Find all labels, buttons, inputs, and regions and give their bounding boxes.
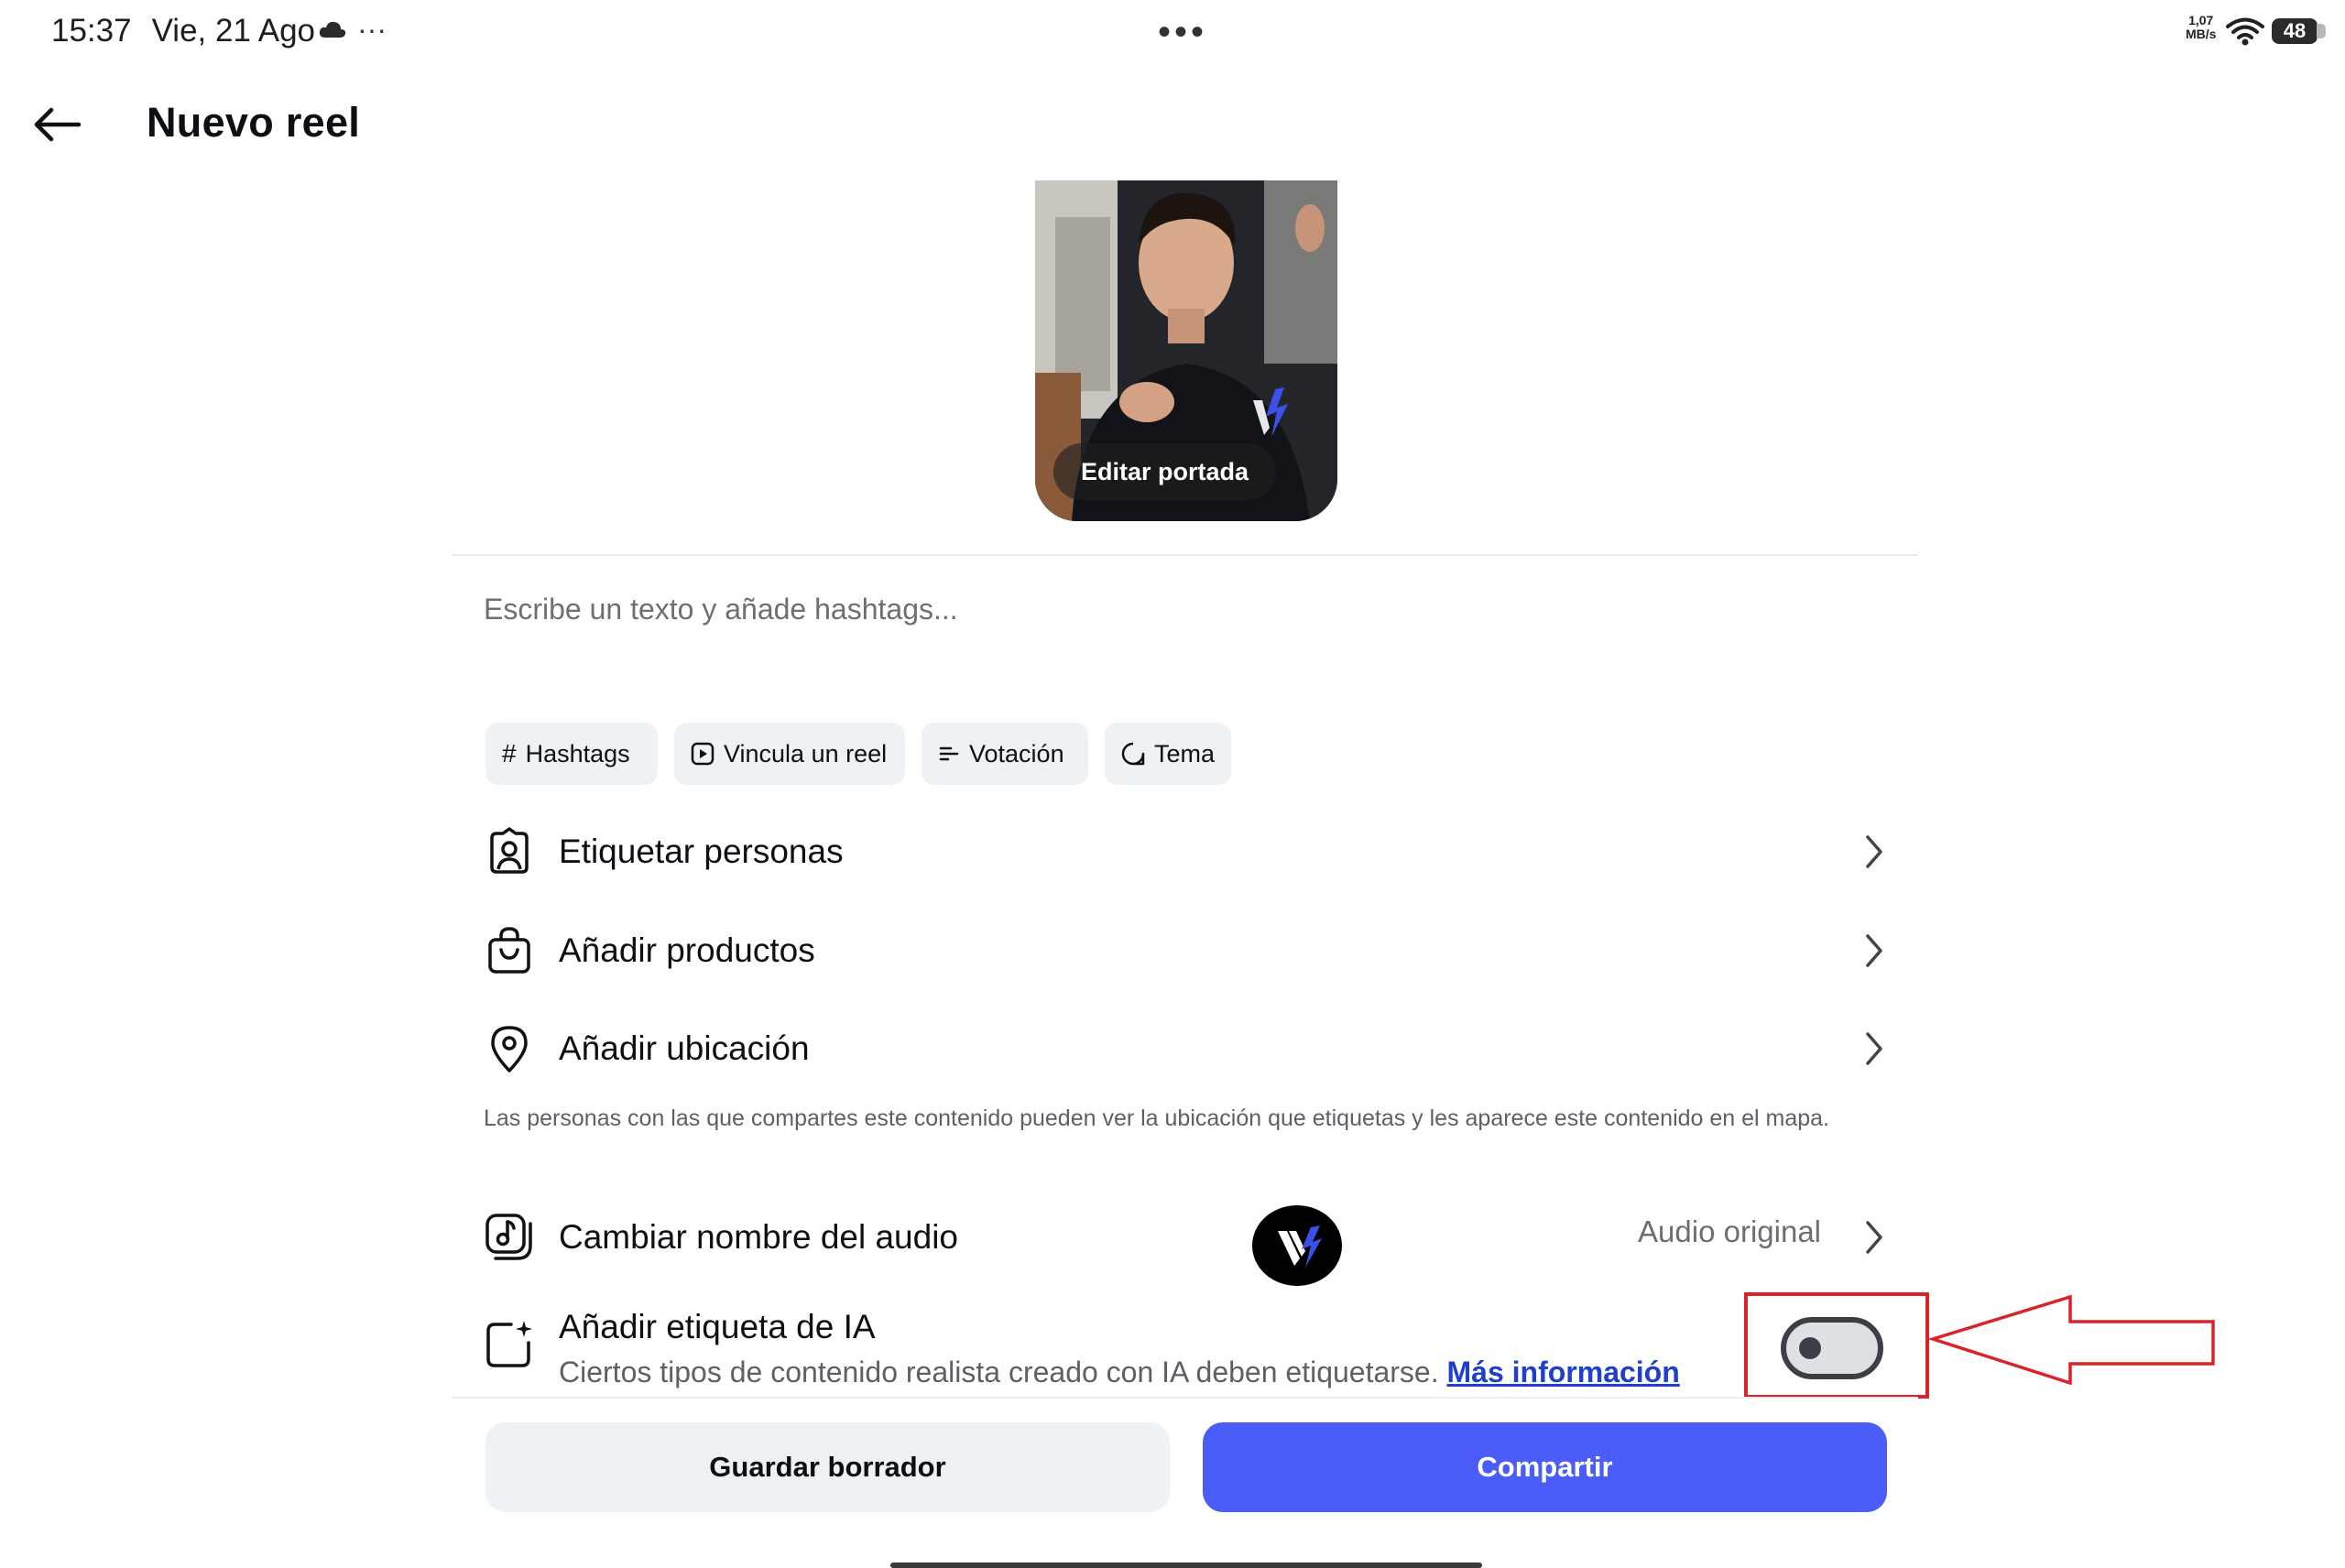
chip-poll[interactable]: Votación: [922, 723, 1088, 785]
chip-poll-label: Votación: [969, 739, 1064, 768]
ai-label-icon: [484, 1319, 535, 1370]
ai-label-description: Ciertos tipos de contenido realista crea…: [559, 1356, 1680, 1389]
chevron-right-icon: [1866, 1032, 1882, 1065]
chip-hashtags-label: Hashtags: [525, 739, 630, 768]
chip-link-reel-label: Vincula un reel: [724, 739, 888, 768]
row-rename-audio-label: Cambiar nombre del audio: [559, 1218, 959, 1256]
row-add-products-label: Añadir productos: [559, 931, 815, 969]
row-tag-people[interactable]: Etiquetar personas: [484, 815, 1885, 888]
location-note: Las personas con las que compartes este …: [484, 1105, 1830, 1131]
audio-original-value: Audio original: [1638, 1214, 1821, 1248]
divider: [453, 1397, 1918, 1399]
status-more-icon: ···: [357, 13, 387, 46]
row-add-location-label: Añadir ubicación: [559, 1029, 810, 1067]
location-pin-icon: [484, 1023, 535, 1074]
network-speed-unit: MB/s: [2186, 27, 2217, 41]
cloud-icon: [319, 20, 346, 38]
save-draft-button[interactable]: Guardar borrador: [485, 1422, 1170, 1512]
share-button[interactable]: Compartir: [1203, 1422, 1887, 1512]
status-bar-clock: 15:37 Vie, 21 Ago: [51, 13, 335, 49]
audio-icon: [484, 1212, 535, 1263]
chip-topic[interactable]: Tema: [1105, 723, 1231, 785]
home-indicator[interactable]: [890, 1563, 1482, 1568]
chevron-right-icon: [1866, 835, 1882, 868]
divider: [453, 554, 1918, 556]
hashtag-icon: #: [502, 739, 517, 768]
edit-cover-button[interactable]: Editar portada: [1053, 443, 1277, 500]
tag-person-icon: [484, 826, 535, 877]
multitask-dots-icon[interactable]: •••: [1158, 14, 1207, 50]
ai-label-title: Añadir etiqueta de IA: [559, 1308, 876, 1345]
status-time: 15:37: [51, 13, 132, 49]
poll-icon: [938, 743, 960, 765]
chevron-right-icon: [1866, 1221, 1882, 1254]
more-info-link[interactable]: Más información: [1447, 1356, 1680, 1388]
status-date: Vie, 21 Ago: [151, 13, 315, 49]
network-speed: 1,07 MB/s: [2186, 14, 2216, 41]
wifi-icon: [2226, 16, 2264, 46]
chip-link-reel[interactable]: Vincula un reel: [674, 723, 905, 785]
shopping-bag-icon: [484, 925, 535, 976]
arrow-left-icon: [34, 107, 82, 142]
topic-icon: [1121, 742, 1145, 766]
reel-icon: [691, 742, 714, 766]
battery-indicator: 48: [2272, 18, 2326, 44]
audio-avatar: [1252, 1205, 1342, 1286]
row-add-location[interactable]: Añadir ubicación: [484, 1012, 1885, 1085]
chevron-right-icon: [1866, 934, 1882, 967]
chip-hashtags[interactable]: # Hashtags: [485, 723, 658, 785]
page-title: Nuevo reel: [147, 99, 361, 146]
row-tag-people-label: Etiquetar personas: [559, 833, 844, 870]
annotation-highlight-box: [1744, 1292, 1929, 1399]
row-add-products[interactable]: Añadir productos: [484, 914, 1885, 987]
chip-topic-label: Tema: [1154, 739, 1216, 768]
back-button[interactable]: [31, 103, 86, 148]
caption-input[interactable]: [484, 582, 1876, 637]
annotation-arrow-icon: [1929, 1293, 2217, 1388]
ai-label-description-text: Ciertos tipos de contenido realista crea…: [559, 1356, 1439, 1388]
network-speed-value: 1,07: [2188, 13, 2214, 27]
